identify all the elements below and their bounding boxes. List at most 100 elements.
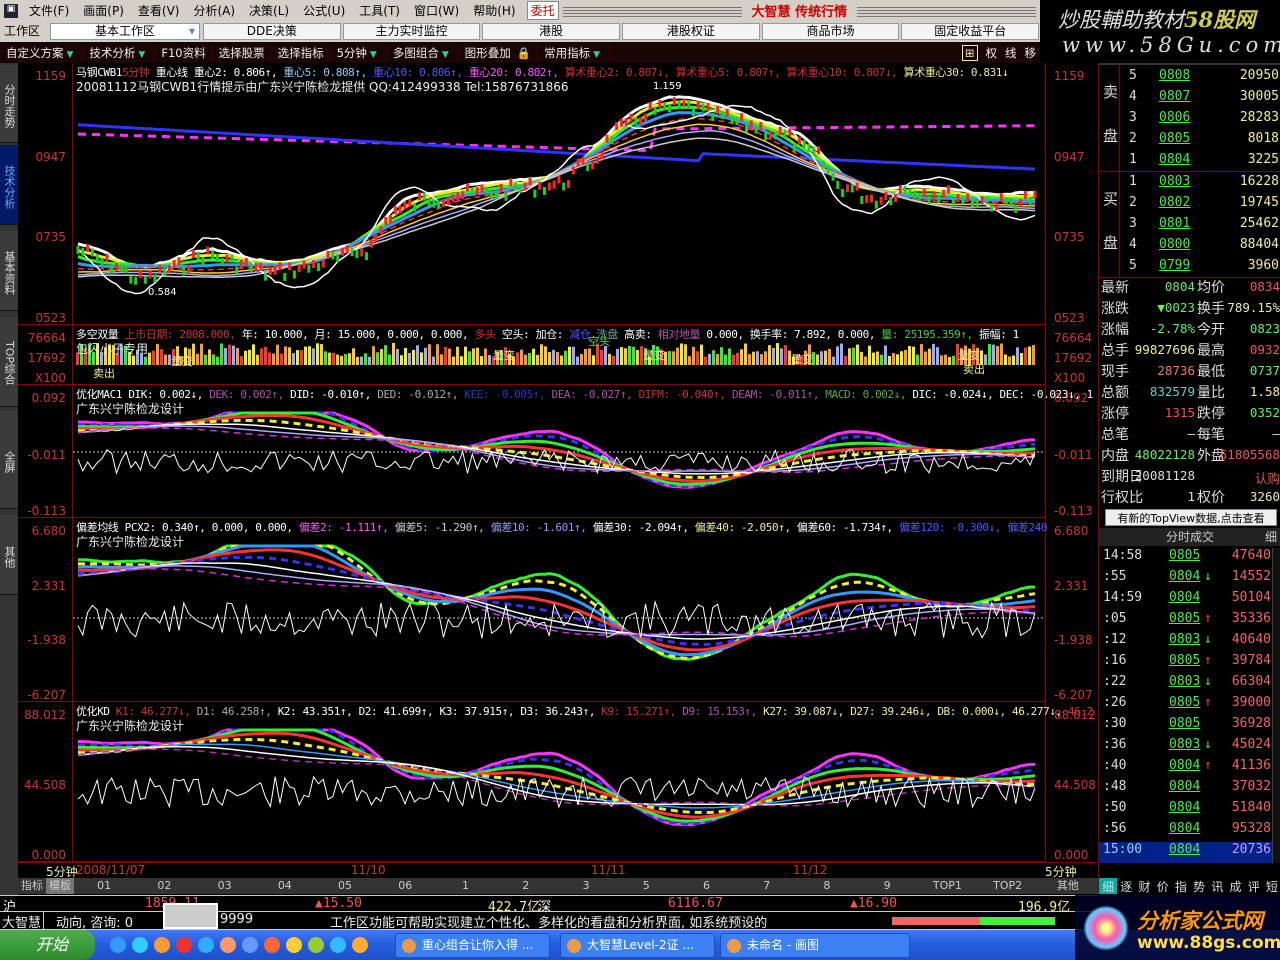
panel-tab[interactable]: 细 xyxy=(1099,878,1118,894)
workspace-tab[interactable]: 主力实时监控 xyxy=(342,23,481,40)
indicator-tab[interactable]: 06 xyxy=(375,878,435,894)
panel-tab[interactable]: 逐 xyxy=(1117,878,1135,894)
price-chart-pane[interactable]: 马钢CWB15分钟 重心线 重心2: 0.806↑, 重心5: 0.808↑, … xyxy=(73,63,1045,325)
indicator-tab[interactable]: 1 xyxy=(435,878,495,894)
orderbook-row[interactable]: 4 0800 88404 xyxy=(1099,237,1280,258)
quicklaunch-icon[interactable] xyxy=(220,937,236,953)
quicklaunch-icon[interactable] xyxy=(286,937,302,953)
taskbar-task[interactable]: 大智慧Level-2证 ... xyxy=(560,933,715,958)
quicklaunch-icon[interactable] xyxy=(154,937,170,953)
toolbar-button[interactable]: 多图组合 ▼ xyxy=(387,44,459,61)
quicklaunch-icon[interactable] xyxy=(264,937,280,953)
workspace-tab[interactable]: 固定收益平台 xyxy=(901,23,1040,40)
menu-item[interactable]: 分析(A) xyxy=(186,2,242,19)
orderbook-row[interactable]: 3 0801 25462 xyxy=(1099,216,1280,237)
sidebar-tab[interactable]: 全屏 xyxy=(0,411,18,509)
indicator-tab[interactable]: 03 xyxy=(194,878,254,894)
bias-pane[interactable]: 偏差均线 PCX2: 0.340↑, 0.000, 0.000, 偏差2: -1… xyxy=(73,518,1048,702)
panel-tab[interactable]: 财 xyxy=(1135,878,1153,894)
workspace-tab[interactable]: 港股 xyxy=(482,23,621,40)
sidebar-tab[interactable]: 基本资料 xyxy=(0,231,18,311)
taskbar-task[interactable]: 未命名 - 画图 xyxy=(720,933,910,958)
quicklaunch-icon[interactable] xyxy=(242,937,258,953)
toolbar-button[interactable]: 5分钟 ▼ xyxy=(331,44,387,61)
toolbar-button[interactable]: 技术分析 ▼ xyxy=(83,44,156,61)
orderbook-row[interactable]: 3 0806 28283 xyxy=(1099,110,1280,131)
workspace-select[interactable]: 基本工作区 ▾ xyxy=(50,23,200,40)
orderbook-row[interactable]: 1 0803 16228 xyxy=(1099,174,1280,195)
workspace-tab[interactable]: DDE决策 xyxy=(203,23,341,40)
sidebar-tab[interactable]: 其他 xyxy=(0,515,18,595)
quicklaunch-icon[interactable] xyxy=(198,937,214,953)
menu-item[interactable]: 工具(T) xyxy=(352,2,407,19)
panel-tab[interactable]: 讯 xyxy=(1208,878,1226,894)
menu-item[interactable]: 公式(U) xyxy=(296,2,352,19)
panel-tab[interactable]: 成 xyxy=(1226,878,1244,894)
toolbar-button[interactable]: 自定义方案 ▼ xyxy=(0,44,84,61)
toolbar-button[interactable]: 图形叠加 🔒 xyxy=(459,44,539,61)
panel-tab[interactable]: 势 xyxy=(1190,878,1208,894)
toolbar-button[interactable]: 选择指标 xyxy=(272,44,331,61)
toolbar-toggle[interactable]: 线 xyxy=(1005,45,1017,61)
toolbar-button[interactable]: 常用指标 ▼ xyxy=(538,44,611,61)
indicator-tab[interactable]: 01 xyxy=(74,878,134,894)
panel-tab[interactable]: 价 xyxy=(1154,878,1172,894)
taskbar-task[interactable]: 重心组合让你入得 ... xyxy=(395,933,550,958)
panel-tab[interactable]: 评 xyxy=(1245,878,1263,894)
trades-scrollbar[interactable] xyxy=(1272,548,1280,863)
quicklaunch-icon[interactable] xyxy=(352,937,368,953)
quicklaunch-icon[interactable] xyxy=(308,937,324,953)
panel-tab[interactable]: 指 xyxy=(1172,878,1190,894)
panel-tab[interactable]: 短 xyxy=(1263,878,1280,894)
quicklaunch-icon[interactable] xyxy=(176,937,192,953)
menu-item[interactable]: 文件(F) xyxy=(22,2,76,19)
crosshair-icon[interactable]: ⊞ xyxy=(961,44,978,61)
menu-item[interactable]: 帮助(H) xyxy=(466,2,522,19)
quicklaunch-icon[interactable] xyxy=(132,937,148,953)
orderbook-row[interactable]: 2 0802 19745 xyxy=(1099,195,1280,216)
indicator-tab[interactable]: TOP1 xyxy=(917,878,977,894)
menu-item[interactable]: 查看(V) xyxy=(131,2,187,19)
indicator-tab[interactable]: 其他 xyxy=(1038,878,1098,894)
indicator-tab[interactable]: 2 xyxy=(496,878,556,894)
menu-item[interactable]: 画面(P) xyxy=(76,2,131,19)
volume-pane[interactable]: 多空双量 上市日期: 2008.000, 年: 10.000, 月: 15.00… xyxy=(73,325,1045,385)
indicator-tab[interactable]: 模板 xyxy=(46,878,74,894)
workspace-tab[interactable]: 商品市场 xyxy=(761,23,900,40)
indicator-tab[interactable]: 6 xyxy=(676,878,736,894)
sidebar-tab[interactable]: 分时走势 xyxy=(0,65,18,143)
macd-pane[interactable]: 优化MAC1 DIK: 0.002↓, DEK: 0.002↑, DID: -0… xyxy=(73,385,1093,518)
menu-item[interactable]: 决策(L) xyxy=(242,2,296,19)
indicator-tab[interactable]: 指标 xyxy=(18,878,46,894)
indicator-tab[interactable]: 3 xyxy=(556,878,616,894)
orderbook-row[interactable]: 1 0804 3225 xyxy=(1099,152,1280,173)
indicator-tab[interactable]: 9 xyxy=(857,878,917,894)
quicklaunch-icon[interactable] xyxy=(110,937,126,953)
indicator-tab[interactable]: 8 xyxy=(797,878,857,894)
indicator-tab[interactable]: 5 xyxy=(616,878,676,894)
toolbar-button[interactable]: F10资料 xyxy=(155,44,213,61)
menu-item[interactable]: 窗口(W) xyxy=(407,2,466,19)
indicator-tab[interactable]: 02 xyxy=(134,878,194,894)
toolbar-toggle[interactable]: 权 xyxy=(986,45,998,61)
orderbook-row[interactable]: 5 0799 3960 xyxy=(1099,258,1280,279)
sidebar-tab[interactable]: 技术分析 xyxy=(0,145,18,225)
quicklaunch-icon[interactable] xyxy=(330,937,346,953)
start-button[interactable]: 开始 xyxy=(0,930,95,960)
sidebar-tab[interactable]: TOP综合 xyxy=(0,317,18,407)
workspace-tab[interactable]: 港股权证 xyxy=(622,23,760,40)
indicator-tab[interactable]: 05 xyxy=(315,878,375,894)
indicator-tab[interactable]: 04 xyxy=(255,878,315,894)
orderbook-row[interactable]: 4 0807 30005 xyxy=(1099,89,1280,110)
weituo-button[interactable]: 委托 xyxy=(526,1,559,20)
detail-button[interactable]: 细 xyxy=(1265,528,1277,546)
topview-button[interactable]: 有新的TopView数据,点击查看 xyxy=(1105,509,1277,526)
news-ticker[interactable]: 大智慧 动向, 咨询: 0 9999 工作区功能可帮助实现建立个性化、多样化的看… xyxy=(0,903,1098,931)
orderbook-row[interactable]: 2 0805 8018 xyxy=(1099,131,1280,152)
kd-pane[interactable]: 优化KD K1: 46.277↓, D1: 46.258↑, K2: 43.35… xyxy=(73,702,1093,862)
toolbar-button[interactable]: 选择股票 xyxy=(213,44,272,61)
indicator-tab[interactable]: 7 xyxy=(737,878,797,894)
toolbar-toggle[interactable]: 移 xyxy=(1025,45,1037,61)
orderbook-row[interactable]: 5 0808 20950 xyxy=(1099,68,1280,89)
indicator-tab[interactable]: TOP2 xyxy=(978,878,1038,894)
